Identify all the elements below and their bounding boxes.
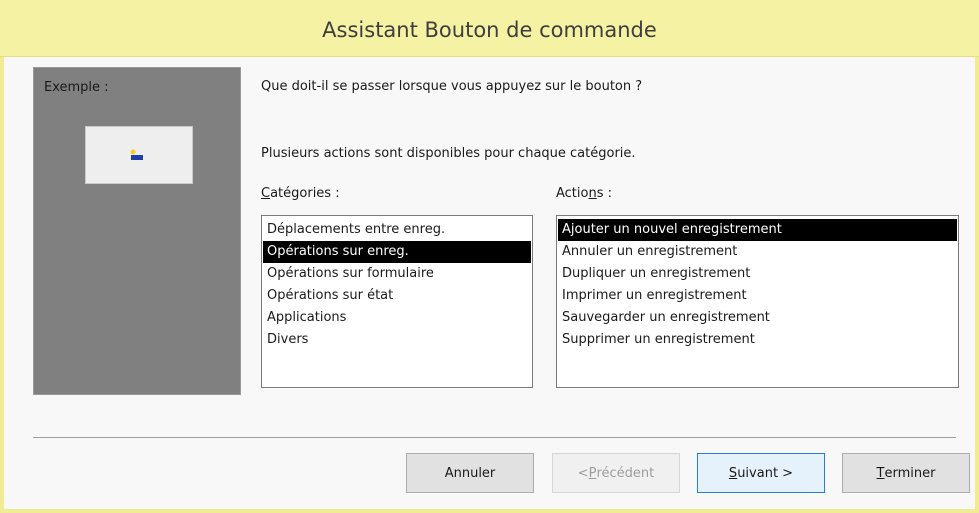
action-item[interactable]: Sauvegarder un enregistrement [558, 307, 957, 329]
sample-button [85, 126, 193, 184]
command-button-wizard-dialog: Assistant Bouton de commande Exemple : Q… [0, 0, 979, 513]
actions-label: Actions : [556, 186, 613, 201]
category-item[interactable]: Déplacements entre enreg. [263, 219, 531, 241]
action-item[interactable]: Supprimer un enregistrement [558, 329, 957, 351]
category-item[interactable]: Applications [263, 307, 531, 329]
categories-label: Catégories : [261, 186, 340, 201]
preview-panel: Exemple : [33, 67, 241, 395]
finish-button[interactable]: Terminer [842, 453, 970, 493]
new-record-icon [130, 149, 143, 160]
cancel-button[interactable]: Annuler [406, 453, 534, 493]
category-item[interactable]: Opérations sur enreg. [263, 241, 531, 263]
question-text: Que doit-il se passer lorsque vous appuy… [261, 79, 643, 94]
categories-listbox[interactable]: Déplacements entre enreg. Opérations sur … [261, 215, 533, 388]
actions-listbox[interactable]: Ajouter un nouvel enregistrement Annuler … [556, 215, 959, 388]
category-item[interactable]: Opérations sur état [263, 285, 531, 307]
previous-button[interactable]: < Précédent [552, 453, 680, 493]
dialog-title: Assistant Bouton de commande [0, 0, 979, 57]
next-button[interactable]: Suivant > [697, 453, 825, 493]
action-item[interactable]: Ajouter un nouvel enregistrement [558, 219, 957, 241]
preview-label: Exemple : [44, 80, 109, 95]
action-item[interactable]: Annuler un enregistrement [558, 241, 957, 263]
action-item[interactable]: Imprimer un enregistrement [558, 285, 957, 307]
separator [33, 437, 956, 438]
info-text: Plusieurs actions sont disponibles pour … [261, 146, 636, 161]
category-item[interactable]: Divers [263, 329, 531, 351]
action-item[interactable]: Dupliquer un enregistrement [558, 263, 957, 285]
category-item[interactable]: Opérations sur formulaire [263, 263, 531, 285]
